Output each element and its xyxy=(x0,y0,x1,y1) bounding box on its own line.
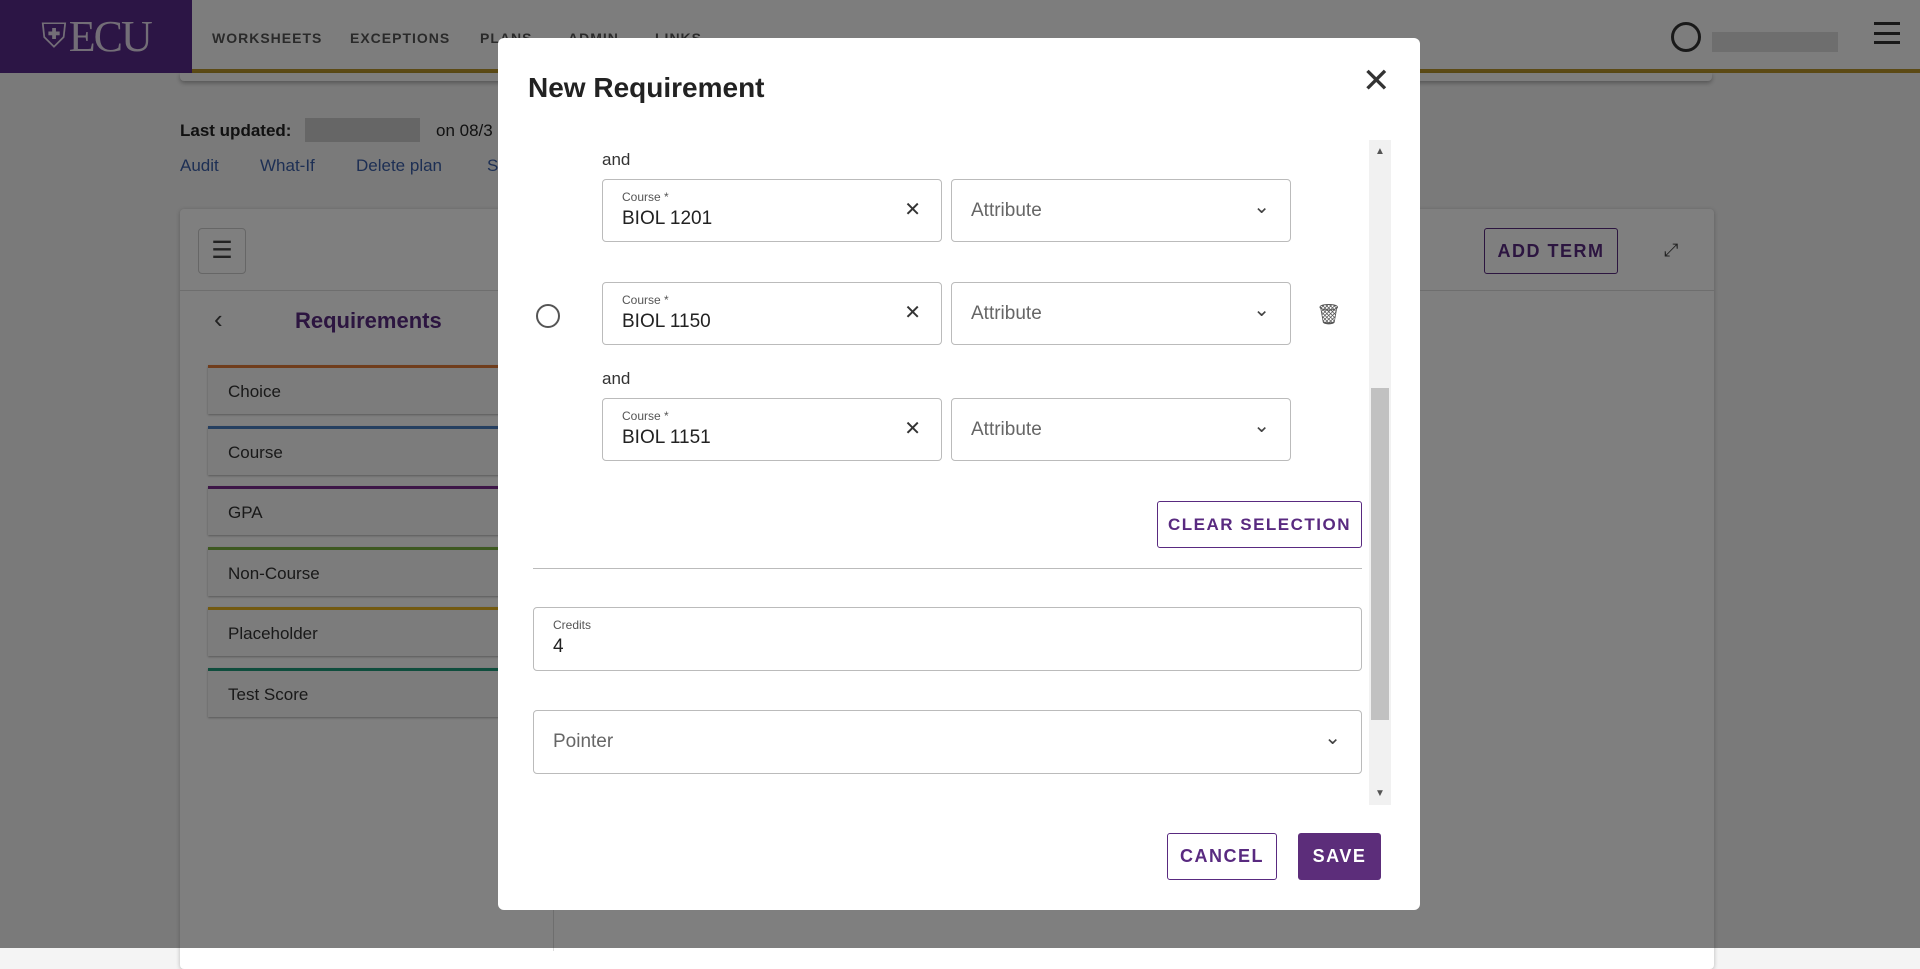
clear-icon[interactable]: ✕ xyxy=(904,197,921,222)
credits-label: Credits xyxy=(553,618,592,632)
section-divider xyxy=(533,568,1362,569)
chevron-down-icon: ⌄ xyxy=(1324,727,1341,749)
credits-value: 4 xyxy=(553,636,564,657)
and-label: and xyxy=(602,150,631,169)
cancel-button[interactable]: CANCEL xyxy=(1167,833,1277,880)
attribute-placeholder: Attribute xyxy=(971,419,1042,440)
course-label: Course * xyxy=(622,293,669,307)
row-radio[interactable] xyxy=(536,304,560,328)
course-value: BIOL 1151 xyxy=(622,427,711,448)
chevron-down-icon: ⌄ xyxy=(1253,299,1270,321)
course-field[interactable]: Course * BIOL 1201 ✕ xyxy=(602,179,942,242)
course-label: Course * xyxy=(622,409,669,423)
scrollbar-thumb[interactable] xyxy=(1371,388,1389,720)
trash-icon[interactable]: 🗑 xyxy=(1316,302,1341,327)
dialog-title: New Requirement xyxy=(528,72,765,103)
new-requirement-dialog: New Requirement ✕ ▲ ▼ and Course * BIOL … xyxy=(498,38,1420,910)
save-button[interactable]: SAVE xyxy=(1298,833,1381,880)
course-value: BIOL 1201 xyxy=(622,208,713,229)
course-label: Course * xyxy=(622,190,669,204)
attribute-select[interactable]: Attribute ⌄ xyxy=(951,398,1291,461)
clear-selection-button[interactable]: CLEAR SELECTION xyxy=(1157,501,1362,548)
attribute-select[interactable]: Attribute ⌄ xyxy=(951,282,1291,345)
pointer-select[interactable]: Pointer ⌄ xyxy=(533,710,1362,774)
clear-icon[interactable]: ✕ xyxy=(904,416,921,441)
clear-icon[interactable]: ✕ xyxy=(904,300,921,325)
course-field[interactable]: Course * BIOL 1150 ✕ xyxy=(602,282,942,345)
close-icon[interactable]: ✕ xyxy=(1362,64,1391,98)
dialog-scrollbar[interactable]: ▲ ▼ xyxy=(1369,140,1391,805)
credits-field[interactable]: Credits 4 xyxy=(533,607,1362,671)
chevron-down-icon: ⌄ xyxy=(1253,415,1270,437)
attribute-placeholder: Attribute xyxy=(971,200,1042,221)
and-label: and xyxy=(602,369,631,388)
attribute-select[interactable]: Attribute ⌄ xyxy=(951,179,1291,242)
attribute-placeholder: Attribute xyxy=(971,303,1042,324)
course-value: BIOL 1150 xyxy=(622,311,711,332)
pointer-placeholder: Pointer xyxy=(553,731,614,752)
chevron-down-icon: ⌄ xyxy=(1253,196,1270,218)
course-field[interactable]: Course * BIOL 1151 ✕ xyxy=(602,398,942,461)
